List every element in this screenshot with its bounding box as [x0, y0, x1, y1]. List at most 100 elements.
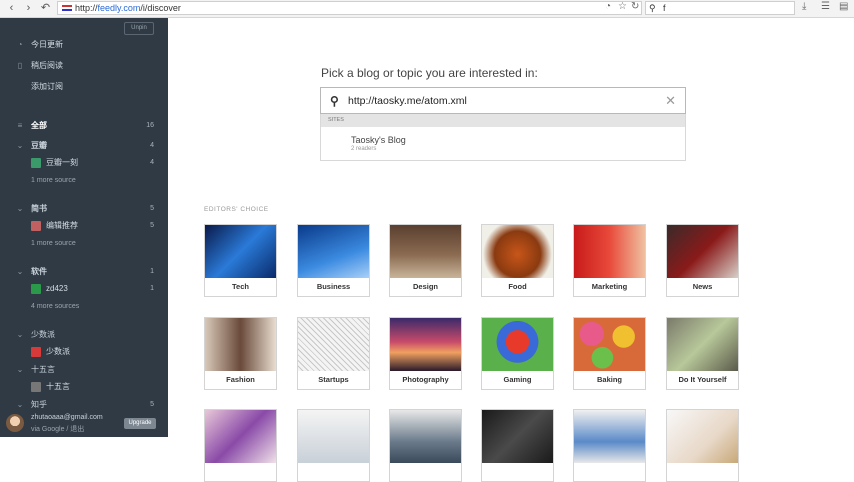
sidebar-feed-zd423[interactable]: zd423 1 — [0, 282, 168, 295]
feed-icon[interactable]: ▤ — [839, 1, 848, 12]
chevron-down-icon: ⌄ — [16, 330, 24, 339]
topic-label: Startups — [318, 375, 349, 384]
topic-tile[interactable] — [204, 409, 277, 482]
sidebar-category-zhihu[interactable]: ⌄ 知乎 5 — [0, 398, 168, 411]
topic-tile[interactable] — [573, 409, 646, 482]
sidebar-item-label: 全部 — [31, 121, 47, 130]
unread-count: 5 — [150, 401, 154, 408]
topic-image — [205, 225, 276, 278]
unpin-button[interactable]: Unpin — [124, 22, 154, 35]
topic-label: Tech — [232, 282, 249, 291]
topic-image — [667, 318, 738, 371]
topic-tile-news[interactable]: News — [666, 224, 739, 297]
more-sources-link[interactable]: 1 more source — [0, 237, 168, 250]
feed-label: 少数派 — [46, 347, 70, 356]
results-section-header: SITES — [321, 114, 685, 127]
rss-icon[interactable]: ◔ — [605, 1, 611, 12]
download-icon[interactable]: ⤓ — [802, 1, 806, 12]
feed-favicon-icon — [31, 158, 41, 168]
clear-icon[interactable]: ✕ — [665, 93, 676, 109]
sidebar-item-label: 今日更新 — [31, 40, 63, 49]
topic-image — [574, 225, 645, 278]
discover-search-input[interactable]: ⚲ http://taosky.me/atom.xml ✕ — [320, 87, 686, 114]
sidebar-feed-sspai[interactable]: 少数派 — [0, 345, 168, 358]
address-bar[interactable]: http://feedly.com/i/discover — [57, 1, 642, 15]
user-box: zhutaoaaa@gmail.com via Google / 退出 Upgr… — [0, 411, 168, 437]
topic-label: News — [692, 282, 713, 291]
topic-tile[interactable] — [389, 409, 462, 482]
chevron-down-icon: ⌄ — [16, 400, 24, 409]
sidebar-item-label: 稍后阅读 — [31, 61, 63, 70]
topic-tile-food[interactable]: Food — [481, 224, 554, 297]
category-label: 知乎 — [31, 400, 47, 409]
forward-icon[interactable]: › — [21, 1, 36, 16]
topic-image — [482, 225, 553, 278]
topic-tile-gaming[interactable]: Gaming — [481, 317, 554, 390]
unread-count: 4 — [150, 142, 154, 149]
sidebar-feed-shiwuyan[interactable]: 十五言 — [0, 380, 168, 393]
browser-search-text: f — [663, 3, 666, 13]
sidebar-item-read-later[interactable]: ▯ 稍后阅读 — [0, 59, 168, 72]
avatar[interactable] — [6, 414, 24, 432]
topic-tile[interactable] — [666, 409, 739, 482]
star-icon[interactable]: ☆ — [618, 1, 627, 12]
refresh-icon[interactable]: ↻ — [631, 1, 639, 12]
sidebar-feed-editor-picks[interactable]: 编辑推荐 5 — [0, 219, 168, 232]
today-icon: ◔ — [17, 40, 23, 49]
sidebar-category-software[interactable]: ⌄ 软件 1 — [0, 265, 168, 278]
category-label: 豆瓣 — [31, 141, 47, 150]
topic-tile-marketing[interactable]: Marketing — [573, 224, 646, 297]
more-sources-link[interactable]: 1 more source — [0, 174, 168, 187]
menu-icon[interactable]: ☰ — [821, 1, 830, 12]
sidebar-feed-douban-moment[interactable]: 豆瓣一刻 4 — [0, 156, 168, 169]
editors-choice-heading: EDITORS' CHOICE — [204, 206, 269, 213]
more-sources-label: 1 more source — [31, 240, 76, 247]
sidebar-item-add-content[interactable]: 添加订阅 — [0, 80, 168, 93]
feed-favicon-icon — [31, 347, 41, 357]
category-label: 软件 — [31, 267, 47, 276]
sidebar-category-shiwuyan[interactable]: ⌄ 十五言 — [0, 363, 168, 376]
result-item-title[interactable]: Taosky's Blog — [351, 135, 406, 145]
chevron-down-icon: ⌄ — [16, 267, 24, 276]
topic-tile-photography[interactable]: Photography — [389, 317, 462, 390]
chevron-down-icon: ⌄ — [16, 204, 24, 213]
sidebar-category-douban[interactable]: ⌄ 豆瓣 4 — [0, 139, 168, 152]
topic-image — [390, 225, 461, 278]
topic-label: Photography — [402, 375, 449, 384]
topic-tile[interactable] — [481, 409, 554, 482]
more-sources-link[interactable]: 4 more sources — [0, 300, 168, 313]
sidebar: Unpin ◔ 今日更新 ▯ 稍后阅读 添加订阅 ≡ 全部 16 ⌄ 豆瓣 4 … — [0, 18, 168, 437]
sidebar-category-sspai[interactable]: ⌄ 少数派 — [0, 328, 168, 341]
category-label: 简书 — [31, 204, 47, 213]
reload-icon[interactable]: ↶ — [38, 1, 53, 16]
topic-tile-diy[interactable]: Do It Yourself — [666, 317, 739, 390]
category-label: 十五言 — [31, 365, 55, 374]
upgrade-button[interactable]: Upgrade — [124, 418, 156, 429]
site-flag-icon — [62, 5, 72, 11]
sidebar-category-jianshu[interactable]: ⌄ 简书 5 — [0, 202, 168, 215]
topic-tile-fashion[interactable]: Fashion — [204, 317, 277, 390]
sidebar-item-label: 添加订阅 — [31, 82, 63, 91]
feed-label: 编辑推荐 — [46, 221, 78, 230]
topic-label: Business — [316, 282, 351, 291]
topic-tile-tech[interactable]: Tech — [204, 224, 277, 297]
topic-label: Design — [412, 282, 438, 291]
sidebar-item-today[interactable]: ◔ 今日更新 — [0, 38, 168, 51]
topic-tile-baking[interactable]: Baking — [573, 317, 646, 390]
url-path: /i/discover — [140, 3, 181, 13]
topic-tile-design[interactable]: Design — [389, 224, 462, 297]
topic-tile-startups[interactable]: Startups — [297, 317, 370, 390]
user-login-provider[interactable]: via Google / 退出 — [31, 424, 84, 434]
back-icon[interactable]: ‹ — [4, 1, 19, 16]
topic-tile[interactable] — [297, 409, 370, 482]
feed-favicon-icon — [31, 284, 41, 294]
browser-search-input[interactable]: ⚲ f — [645, 1, 795, 15]
search-value: http://taosky.me/atom.xml — [348, 95, 467, 107]
unread-count: 5 — [150, 205, 154, 212]
topic-tile-business[interactable]: Business — [297, 224, 370, 297]
unread-count: 16 — [146, 122, 154, 129]
user-email: zhutaoaaa@gmail.com — [31, 414, 103, 421]
sidebar-item-all[interactable]: ≡ 全部 16 — [0, 119, 168, 132]
unread-count: 5 — [150, 222, 154, 229]
topic-image — [298, 318, 369, 371]
